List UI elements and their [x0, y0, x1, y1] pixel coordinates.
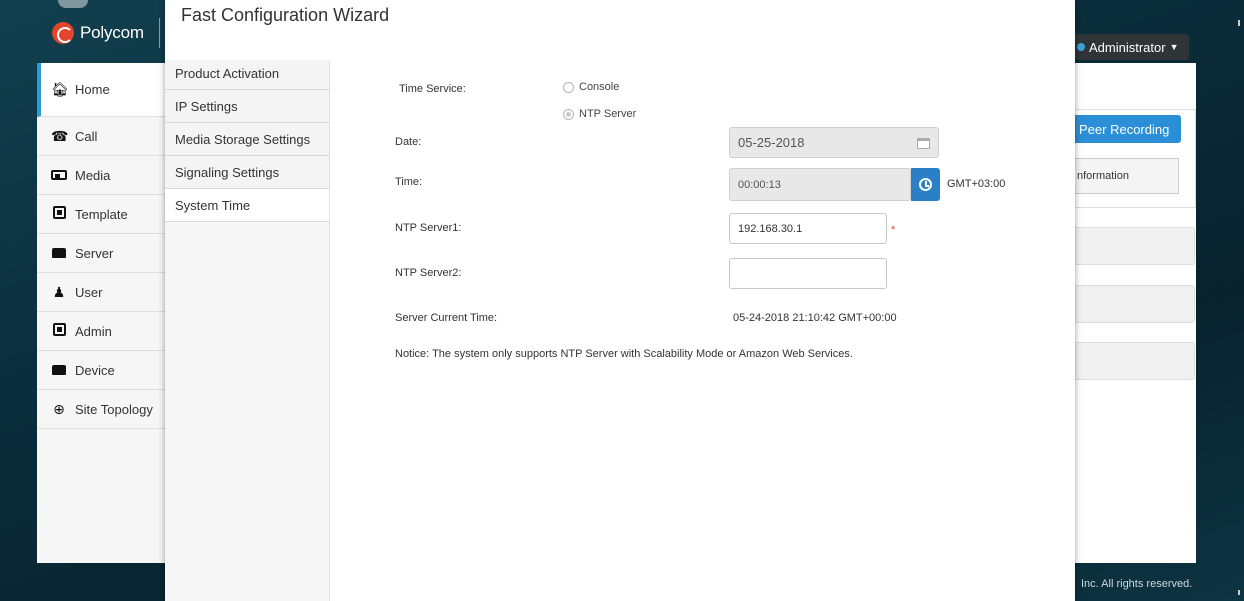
dialog-title: Fast Configuration Wizard [181, 4, 390, 25]
peer-recording-button[interactable]: Peer Recording [1075, 115, 1181, 143]
nav-item-home[interactable]: 🏠︎ Home [37, 63, 165, 117]
nav-item-admin[interactable]: Admin [37, 312, 165, 351]
nav-item-label: Site Topology [75, 401, 153, 417]
ntp-server1-label: NTP Server1: [395, 222, 462, 234]
step-media-storage-settings[interactable]: Media Storage Settings [165, 123, 329, 156]
device-icon [51, 362, 67, 378]
timezone-label: GMT+03:00 [947, 178, 1006, 190]
nav-item-label: Admin [75, 323, 112, 339]
time-service-label: Time Service: [399, 83, 466, 95]
ntp-server1-input[interactable]: 192.168.30.1 [729, 213, 887, 244]
system-time-form: Time Service: Console NTP Server Date: 0… [330, 60, 1075, 601]
nav-item-label: User [75, 284, 103, 300]
server-icon [51, 245, 67, 261]
radio-console-circle[interactable] [563, 81, 574, 93]
user-icon: ♟︎ [52, 283, 66, 300]
date-label: Date: [395, 136, 422, 148]
ntp-server2-label: NTP Server2: [395, 267, 462, 279]
template-icon [51, 206, 67, 222]
date-value: 05-25-2018 [738, 135, 805, 150]
nav-item-site-topology[interactable]: ⊕ Site Topology [37, 390, 165, 429]
ntp-server1-value: 192.168.30.1 [738, 222, 803, 235]
administrator-label: Administrator [1089, 39, 1166, 55]
admin-icon [51, 323, 67, 339]
user-status-icon [1077, 43, 1085, 51]
time-label: Time: [395, 176, 423, 188]
ntp-server2-input[interactable] [729, 258, 887, 289]
nav-item-label: Media [75, 167, 111, 183]
right-panel-box[interactable] [1075, 285, 1195, 323]
media-icon [51, 167, 67, 183]
information-button[interactable]: nformation [1075, 158, 1179, 194]
phone-icon: ☎︎ [51, 127, 69, 144]
ntp-notice: Notice: The system only supports NTP Ser… [395, 348, 853, 360]
wizard-steps: Product Activation IP Settings Media Sto… [165, 60, 330, 601]
required-indicator: * [891, 224, 896, 236]
nav-item-label: Call [75, 128, 98, 144]
radio-ntp-server-circle[interactable] [563, 108, 574, 120]
radio-console[interactable]: Console [563, 81, 619, 93]
nav-item-label: Template [75, 206, 128, 222]
scrollbar-arrow-up[interactable] [1238, 20, 1240, 26]
step-product-activation[interactable]: Product Activation [165, 60, 329, 90]
scrollbar-arrow-down[interactable] [1238, 590, 1240, 595]
polycom-logo[interactable]: Polycom [52, 22, 144, 44]
globe-icon: ⊕ [53, 400, 65, 417]
server-current-time-value: 05-24-2018 21:10:42 GMT+00:00 [733, 312, 897, 324]
polycom-logo-icon [52, 22, 74, 44]
administrator-menu-button[interactable]: Administrator ▼ [1075, 34, 1189, 60]
nav-item-server[interactable]: Server [37, 234, 165, 273]
nav-item-device[interactable]: Device [37, 351, 165, 390]
step-signaling-settings[interactable]: Signaling Settings [165, 156, 329, 189]
right-panel-box[interactable] [1075, 342, 1195, 380]
time-value: 00:00:13 [738, 178, 781, 191]
right-panel-box[interactable] [1075, 227, 1195, 265]
radio-ntp-server-label: NTP Server [579, 108, 637, 120]
nav-item-media[interactable]: Media [37, 156, 165, 195]
home-icon: 🏠︎ [51, 81, 69, 97]
nav-item-label: Home [75, 82, 110, 97]
radio-console-label: Console [579, 81, 620, 93]
calendar-icon[interactable] [917, 138, 930, 149]
fast-configuration-wizard-dialog: Fast Configuration Wizard Product Activa… [165, 0, 1075, 601]
nav-item-label: Device [75, 362, 115, 378]
caret-down-icon: ▼ [1169, 42, 1179, 52]
information-label: nformation [1077, 170, 1129, 182]
server-current-time-label: Server Current Time: [395, 312, 498, 324]
peer-recording-label: Peer Recording [1079, 121, 1170, 137]
radio-ntp-server[interactable]: NTP Server [563, 108, 636, 120]
clock-button[interactable] [911, 168, 940, 201]
nav-item-template[interactable]: Template [37, 195, 165, 234]
main-navigation: 🏠︎ Home ☎︎ Call Media Template Server ♟︎… [37, 63, 165, 563]
step-ip-settings[interactable]: IP Settings [165, 90, 329, 123]
brand-name: Polycom [80, 23, 144, 42]
time-field[interactable]: 00:00:13 [729, 168, 911, 201]
clock-icon [919, 178, 932, 191]
logo-divider [159, 18, 160, 48]
nav-item-user[interactable]: ♟︎ User [37, 273, 165, 312]
top-left-decoration [58, 0, 88, 8]
nav-item-call[interactable]: ☎︎ Call [37, 117, 165, 156]
dialog-header: Fast Configuration Wizard [165, 0, 1075, 60]
date-field[interactable]: 05-25-2018 [729, 127, 939, 158]
nav-item-label: Server [75, 245, 114, 261]
footer-copyright: Inc. All rights reserved. [1081, 578, 1193, 590]
step-system-time[interactable]: System Time [165, 189, 329, 222]
